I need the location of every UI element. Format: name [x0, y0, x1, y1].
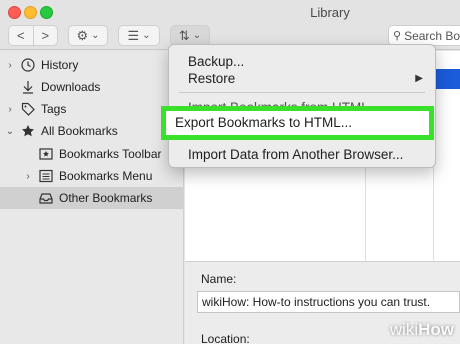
- sidebar: › History Downloads › Tags ⌄ All Bookmar…: [0, 51, 184, 344]
- sidebar-item-downloads[interactable]: Downloads: [0, 76, 184, 98]
- name-field[interactable]: wikiHow: How-to instructions you can tru…: [197, 291, 460, 313]
- name-label: Name:: [201, 272, 237, 286]
- sidebar-item-all-bookmarks[interactable]: ⌄ All Bookmarks: [0, 120, 184, 142]
- menu-item-label: Restore: [188, 70, 236, 86]
- wikihow-watermark: wikiHow: [389, 320, 454, 339]
- clock-icon: [20, 57, 36, 73]
- sidebar-item-label: Downloads: [41, 80, 101, 94]
- import-backup-button[interactable]: ⇅ ⌄: [170, 25, 210, 46]
- chevron-down-icon: ⌄: [192, 30, 202, 41]
- submenu-arrow-icon: ▶: [415, 72, 423, 84]
- title-bar: Library < > ⚙ ⌄ ☰ ⌄ ⇅ ⌄ ⚲ Search Bo: [0, 0, 460, 50]
- menu-item-export-html[interactable]: Export Bookmarks to HTML...: [175, 115, 352, 130]
- sidebar-item-label: Tags: [41, 102, 67, 116]
- star-icon: [20, 123, 36, 139]
- download-icon: [20, 79, 36, 95]
- chevron-right-icon[interactable]: ›: [3, 104, 17, 115]
- menu-item-label: Backup...: [188, 53, 245, 69]
- back-button[interactable]: <: [9, 28, 33, 43]
- tag-icon: [20, 101, 36, 117]
- menu-list-icon: [38, 168, 54, 184]
- tray-icon: [38, 190, 54, 206]
- chevron-right-icon[interactable]: ›: [3, 60, 17, 71]
- sidebar-item-tags[interactable]: › Tags: [0, 98, 184, 120]
- chevron-down-icon[interactable]: ⌄: [3, 126, 17, 137]
- sidebar-item-label: Bookmarks Menu: [59, 169, 153, 183]
- views-button[interactable]: ☰ ⌄: [118, 25, 160, 46]
- search-icon: ⚲: [393, 30, 402, 42]
- chevron-down-icon: ⌄: [91, 30, 100, 41]
- sidebar-item-label: All Bookmarks: [41, 124, 118, 138]
- menu-divider: [179, 92, 425, 93]
- organize-button[interactable]: ⚙ ⌄: [68, 25, 108, 46]
- gear-icon: ⚙: [76, 27, 89, 43]
- sidebar-item-bookmarks-toolbar[interactable]: Bookmarks Toolbar: [0, 143, 184, 165]
- import-export-icon: ⇅: [178, 27, 190, 43]
- menu-item-restore[interactable]: Restore ▶: [169, 68, 435, 88]
- search-input[interactable]: ⚲ Search Bo: [388, 25, 460, 46]
- search-placeholder: Search Bo: [404, 28, 460, 43]
- sidebar-item-history[interactable]: › History: [0, 54, 184, 76]
- navigation-buttons: < >: [8, 25, 58, 46]
- toolbar-star-icon: [38, 146, 54, 162]
- sidebar-item-bookmarks-menu[interactable]: › Bookmarks Menu: [0, 165, 184, 187]
- menu-item-label: Import Data from Another Browser...: [188, 146, 404, 162]
- sidebar-item-label: Bookmarks Toolbar: [59, 147, 162, 161]
- menu-item-import-browser[interactable]: Import Data from Another Browser...: [169, 144, 435, 164]
- chevron-down-icon: ⌄: [142, 30, 151, 41]
- sidebar-item-other-bookmarks[interactable]: Other Bookmarks: [0, 187, 184, 209]
- window-title: Library: [310, 5, 350, 20]
- sidebar-item-label: History: [41, 58, 79, 72]
- location-label: Location:: [201, 332, 250, 344]
- list-icon: ☰: [127, 27, 140, 43]
- chevron-right-icon[interactable]: ›: [21, 171, 35, 182]
- forward-button[interactable]: >: [34, 28, 58, 43]
- sidebar-item-label: Other Bookmarks: [59, 191, 153, 205]
